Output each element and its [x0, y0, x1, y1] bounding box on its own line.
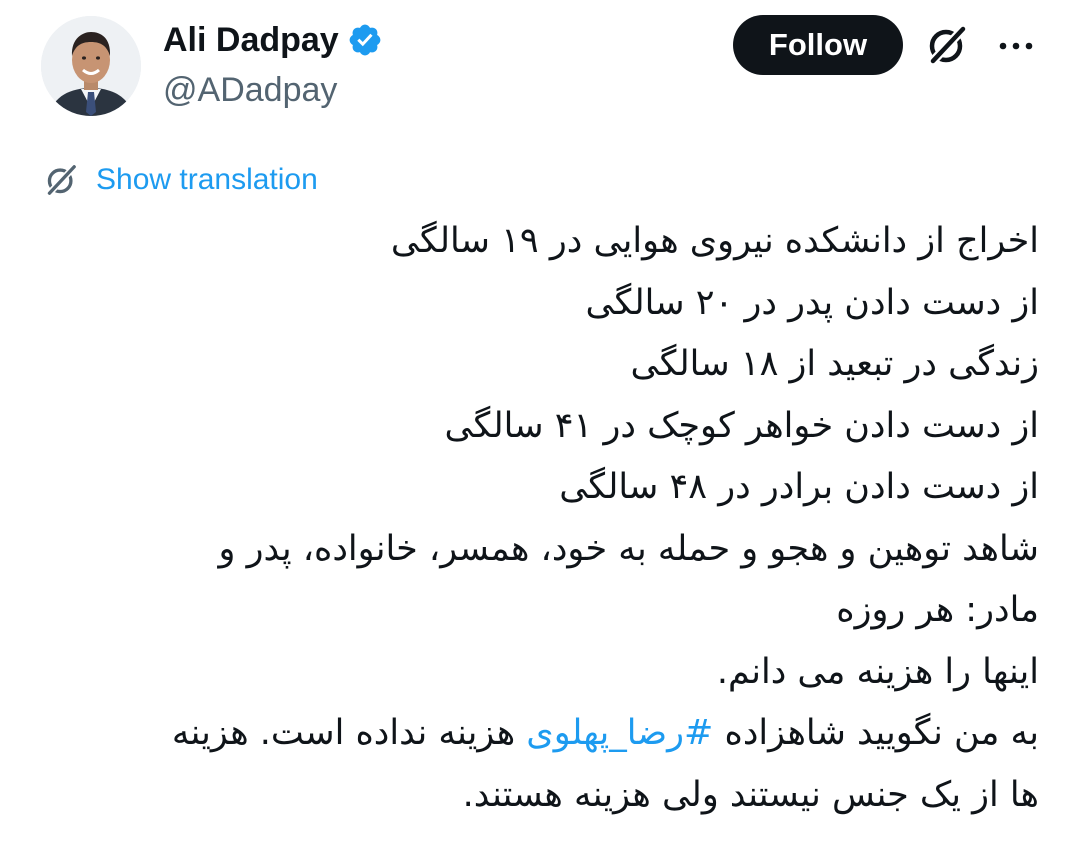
tweet-line: مادر: هر روزه: [836, 590, 1039, 630]
tweet-line: اینها را هزینه می دانم.: [716, 651, 1039, 692]
grok-icon: [46, 163, 78, 197]
more-dots-icon: [999, 42, 1033, 50]
tweet-text: اخراج از دانشکده نیروی هوایی در ۱۹ سالگی…: [59, 211, 1039, 826]
show-translation-link[interactable]: Show translation: [42, 158, 318, 202]
tweet-line: شاهد توهین و هجو و حمله به خود، همسر، خا…: [218, 528, 1039, 569]
grok-button[interactable]: [922, 22, 972, 68]
author-display-name[interactable]: Ali Dadpay: [163, 18, 383, 62]
hashtag-link[interactable]: #رضا_پهلوی: [526, 713, 713, 753]
tweet-line: زندگی در تبعید از ۱۸ سالگی: [630, 344, 1039, 384]
tweet-line: از دست دادن خواهر کوچک در ۴۱ سالگی: [444, 405, 1039, 446]
tweet-text-segment: هزینه نداده است. هزینه: [171, 713, 527, 753]
author-name-text[interactable]: Ali Dadpay: [163, 18, 339, 62]
show-translation-label: Show translation: [96, 163, 318, 196]
follow-button[interactable]: Follow: [733, 15, 903, 75]
avatar[interactable]: [41, 16, 141, 116]
tweet-line: ها از یک جنس نیستند ولی هزینه هستند.: [462, 774, 1039, 815]
tweet-line: از دست دادن برادر در ۴۸ سالگی: [559, 467, 1039, 507]
tweet-line: اخراج از دانشکده نیروی هوایی در ۱۹ سالگی: [390, 221, 1039, 261]
tweet-line: از دست دادن پدر در ۲۰ سالگی: [585, 282, 1039, 323]
author-handle[interactable]: @ADadpay: [163, 68, 337, 112]
tweet-line-with-hashtag: به من نگویید شاهزاده #رضا_پهلوی هزینه ند…: [59, 703, 1039, 765]
tweet-text-segment: به من نگویید شاهزاده: [713, 713, 1039, 753]
more-options-button[interactable]: [996, 26, 1036, 66]
grok-icon: [928, 24, 968, 66]
verified-badge-icon: [347, 22, 383, 58]
profile-photo-icon: [41, 16, 141, 116]
